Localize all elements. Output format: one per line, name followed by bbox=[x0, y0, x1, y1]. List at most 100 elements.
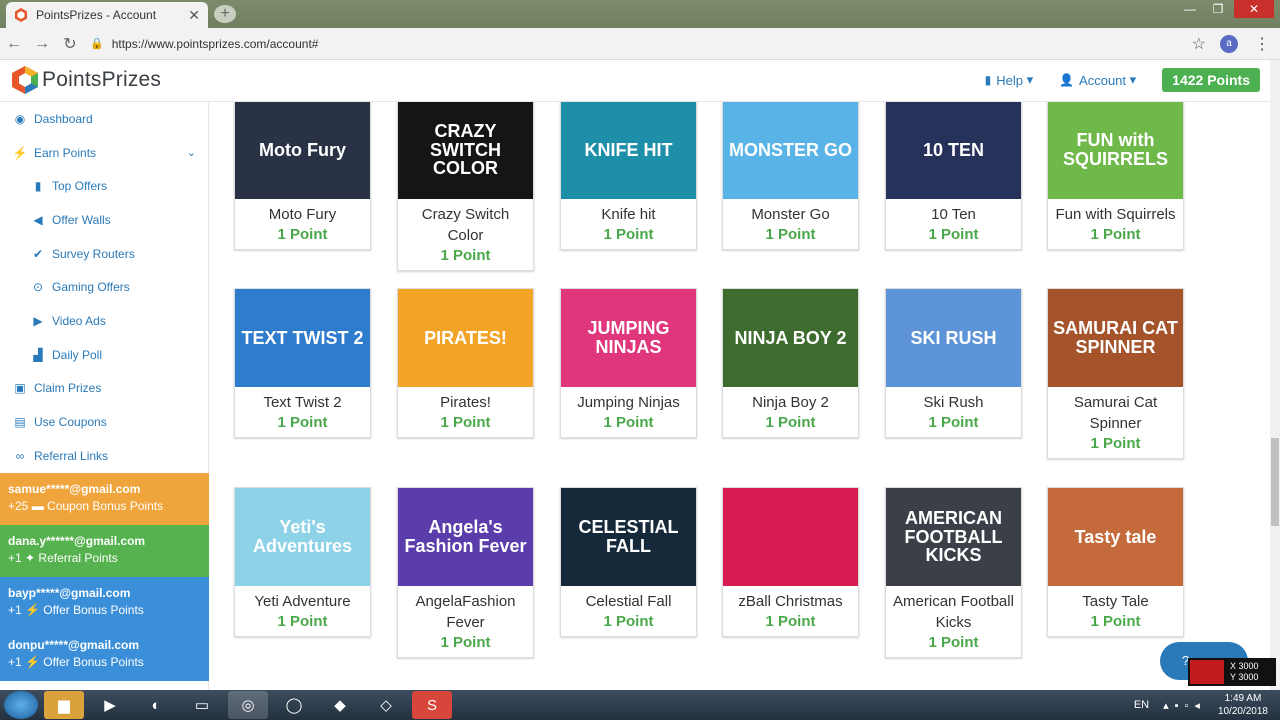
opera-icon[interactable]: ◯ bbox=[274, 691, 314, 719]
chrome-icon[interactable]: ◎ bbox=[228, 691, 268, 719]
game-thumbnail[interactable]: TEXT TWIST 2 bbox=[235, 289, 370, 387]
forward-icon[interactable]: → bbox=[28, 35, 56, 53]
window-close-icon[interactable]: ✕ bbox=[1234, 0, 1274, 18]
game-thumbnail[interactable]: 10 TEN bbox=[886, 102, 1021, 199]
game-name: Crazy Switch Color bbox=[421, 206, 510, 244]
game-card[interactable]: Yeti's Adventures Yeti Adventure 1 Point bbox=[234, 487, 371, 637]
tray-icons[interactable]: ▴▪▫◂ bbox=[1163, 699, 1206, 712]
game-card[interactable]: 10 TEN 10 Ten 1 Point bbox=[885, 102, 1022, 250]
sidebar-item-offer-walls[interactable]: ◀ Offer Walls bbox=[0, 203, 208, 237]
reload-icon[interactable]: ↻ bbox=[56, 34, 84, 54]
browser-tab[interactable]: PointsPrizes - Account ✕ bbox=[6, 2, 208, 28]
game-thumbnail[interactable]: SAMURAI CAT SPINNER bbox=[1048, 289, 1183, 387]
profile-avatar[interactable]: a bbox=[1220, 34, 1238, 53]
game-thumbnail[interactable]: AMERICAN FOOTBALL KICKS bbox=[886, 488, 1021, 586]
game-name: Celestial Fall bbox=[585, 593, 672, 610]
game-card[interactable]: MONSTER GO Monster Go 1 Point bbox=[722, 102, 859, 250]
game-card[interactable]: Tasty tale Tasty Tale 1 Point bbox=[1047, 487, 1184, 637]
tab-title: PointsPrizes - Account bbox=[36, 8, 157, 22]
sidebar-item-daily-poll[interactable]: ▟ Daily Poll bbox=[0, 338, 208, 372]
sidebar-item-top-offers[interactable]: ▮ Top Offers bbox=[0, 169, 208, 203]
game-card[interactable]: AMERICAN FOOTBALL KICKS American Football… bbox=[885, 487, 1022, 658]
pointsprizes-logo-icon bbox=[12, 66, 38, 94]
sidebar-item-gaming-offers[interactable]: ⊙ Gaming Offers bbox=[0, 270, 208, 304]
game-thumbnail[interactable]: CELESTIAL FALL bbox=[561, 488, 696, 586]
game-thumbnail[interactable]: FUN with SQUIRRELS bbox=[1048, 102, 1183, 199]
bluestacks-icon[interactable]: ◆ bbox=[320, 691, 360, 719]
site-logo[interactable]: PointsPrizes bbox=[12, 66, 161, 94]
bolt-icon: ⚡ bbox=[12, 145, 28, 160]
gamepad-icon: ⊙ bbox=[32, 280, 44, 295]
sidebar-item-use-coupons[interactable]: ▤ Use Coupons bbox=[0, 405, 208, 439]
user-icon: 👤 bbox=[1059, 73, 1075, 87]
s-app-icon[interactable]: S bbox=[412, 691, 452, 719]
game-thumbnail[interactable]: Angela's Fashion Fever bbox=[398, 488, 533, 586]
new-tab-button[interactable]: + bbox=[214, 5, 236, 23]
bookmark-star-icon[interactable]: ☆ bbox=[1192, 34, 1206, 54]
game-card[interactable]: SAMURAI CAT SPINNER Samurai Cat Spinner 1 … bbox=[1047, 288, 1184, 459]
game-name: Monster Go bbox=[751, 206, 830, 223]
game-card[interactable]: Angela's Fashion Fever AngelaFashion Feve… bbox=[397, 487, 534, 658]
minimize-icon[interactable]: — bbox=[1178, 0, 1202, 18]
start-button[interactable] bbox=[4, 691, 38, 719]
game-card[interactable]: zBall Christmas 1 Point bbox=[722, 487, 859, 637]
game-thumbnail[interactable]: Yeti's Adventures bbox=[235, 488, 370, 586]
menu-kebab-icon[interactable]: ⋮ bbox=[1254, 34, 1270, 54]
game-card[interactable]: CELESTIAL FALL Celestial Fall 1 Point bbox=[560, 487, 697, 637]
game-thumbnail[interactable]: Moto Fury bbox=[235, 102, 370, 199]
clock-date: 10/20/2018 bbox=[1217, 706, 1268, 717]
game-thumbnail[interactable]: NINJA BOY 2 bbox=[723, 289, 858, 387]
app-icon[interactable]: ◇ bbox=[366, 691, 406, 719]
sidebar-item-referral-links[interactable]: ∞ Referral Links bbox=[0, 439, 208, 473]
media-player-icon[interactable]: ▶ bbox=[90, 691, 130, 719]
game-thumbnail[interactable] bbox=[723, 488, 858, 586]
help-menu[interactable]: ▮ Help ▾ bbox=[985, 72, 1034, 88]
game-thumbnail[interactable]: SKI RUSH bbox=[886, 289, 1021, 387]
game-points: 1 Point bbox=[440, 634, 491, 651]
game-card[interactable]: CRAZY SWITCH COLOR Crazy Switch Color 1 Po… bbox=[397, 102, 534, 271]
game-card[interactable]: KNIFE HIT Knife hit 1 Point bbox=[560, 102, 697, 250]
sidebar-item-dashboard[interactable]: ◉ Dashboard bbox=[0, 102, 208, 136]
system-tray: EN ▴▪▫◂ 1:49 AM 10/20/2018 bbox=[1134, 692, 1280, 718]
game-points: 1 Point bbox=[603, 613, 654, 630]
sidebar: ◉ Dashboard ⚡ Earn Points ⌄ ▮ Top Offers… bbox=[0, 102, 209, 690]
game-card[interactable]: NINJA BOY 2 Ninja Boy 2 1 Point bbox=[722, 288, 859, 438]
terminal-icon[interactable]: ▭ bbox=[182, 691, 222, 719]
game-thumbnail[interactable]: KNIFE HIT bbox=[561, 102, 696, 199]
overlay-x: X 3000 bbox=[1230, 661, 1259, 671]
points-badge[interactable]: 1422 Points bbox=[1162, 68, 1260, 92]
feed-item: bayp*****@gmail.com +1 ⚡ Offer Bonus Poi… bbox=[0, 577, 209, 629]
scrollbar-thumb[interactable] bbox=[1271, 438, 1279, 526]
sidebar-item-claim-prizes[interactable]: ▣ Claim Prizes bbox=[0, 372, 208, 406]
explorer-icon[interactable]: ▆ bbox=[44, 691, 84, 719]
game-card[interactable]: SKI RUSH Ski Rush 1 Point bbox=[885, 288, 1022, 438]
feed-item: samue*****@gmail.com +25 ▬ Coupon Bonus … bbox=[0, 473, 209, 525]
sidebar-item-survey-routers[interactable]: ✔ Survey Routers bbox=[0, 237, 208, 271]
sidebar-item-video-ads[interactable]: ▶ Video Ads bbox=[0, 304, 208, 338]
account-menu[interactable]: 👤 Account ▾ bbox=[1059, 72, 1136, 88]
sidebar-item-earn-points[interactable]: ⚡ Earn Points ⌄ bbox=[0, 136, 208, 170]
game-name: Ninja Boy 2 bbox=[752, 394, 829, 411]
back-icon[interactable]: ← bbox=[0, 35, 28, 53]
game-thumbnail[interactable]: JUMPING NINJAS bbox=[561, 289, 696, 387]
address-bar[interactable]: 🔒 https://www.pointsprizes.com/account# bbox=[90, 37, 1192, 51]
game-card[interactable]: Moto Fury Moto Fury 1 Point bbox=[234, 102, 371, 250]
tab-close-icon[interactable]: ✕ bbox=[188, 7, 200, 24]
clock[interactable]: 1:49 AM 10/20/2018 bbox=[1218, 692, 1268, 718]
game-card[interactable]: TEXT TWIST 2 Text Twist 2 1 Point bbox=[234, 288, 371, 438]
game-thumbnail[interactable]: CRAZY SWITCH COLOR bbox=[398, 102, 533, 199]
game-name: American Football Kicks bbox=[893, 593, 1014, 631]
bookmark-icon: ▮ bbox=[34, 179, 42, 194]
firefox-icon[interactable]: ◐ bbox=[136, 691, 176, 719]
game-thumbnail[interactable]: PIRATES! bbox=[398, 289, 533, 387]
game-thumbnail[interactable]: MONSTER GO bbox=[723, 102, 858, 199]
maximize-icon[interactable]: ❐ bbox=[1206, 0, 1230, 18]
game-card[interactable]: PIRATES! Pirates! 1 Point bbox=[397, 288, 534, 438]
site-header: PointsPrizes ▮ Help ▾ 👤 Account ▾ 1422 P… bbox=[0, 60, 1270, 102]
language-indicator[interactable]: EN bbox=[1134, 699, 1149, 711]
game-card[interactable]: FUN with SQUIRRELS Fun with Squirrels 1 Po… bbox=[1047, 102, 1184, 250]
game-card[interactable]: JUMPING NINJAS Jumping Ninjas 1 Point bbox=[560, 288, 697, 438]
game-thumbnail[interactable]: Tasty tale bbox=[1048, 488, 1183, 586]
page-scrollbar[interactable] bbox=[1270, 60, 1280, 690]
overlay-y: Y 3000 bbox=[1230, 672, 1259, 682]
